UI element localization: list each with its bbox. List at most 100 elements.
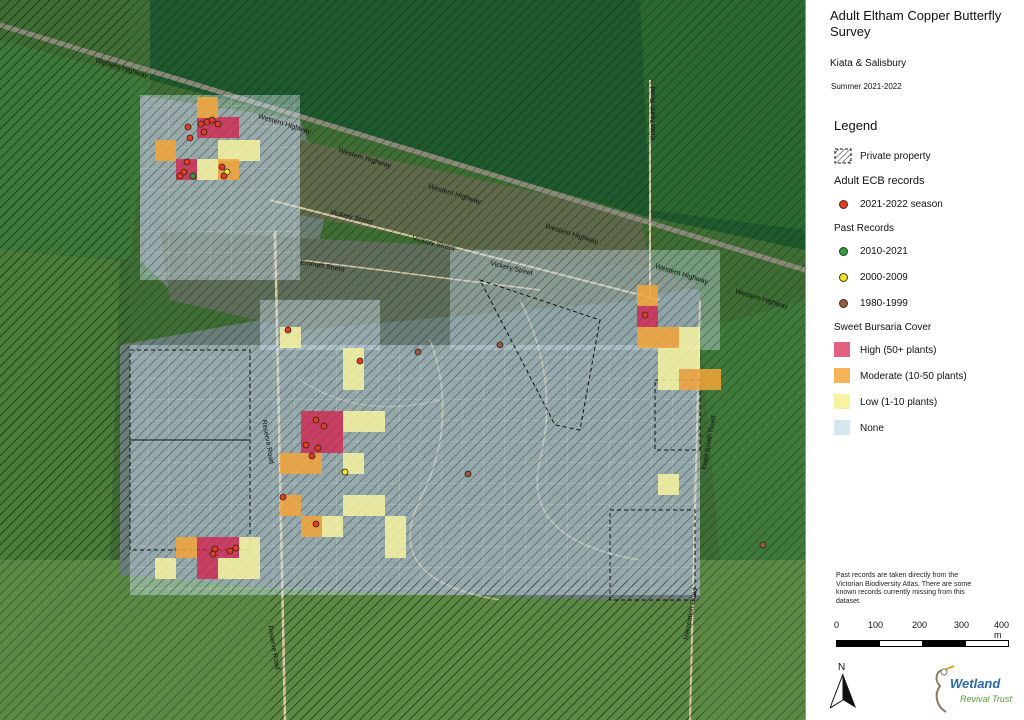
record-1980-1999 [464, 470, 472, 478]
cover-high-label: High (50+ plants) [860, 344, 937, 356]
scale-bar: 0 100 200 300 400 m [834, 620, 1016, 660]
cover-cell-low [679, 348, 700, 369]
legend-past-1: 2010-2021 [834, 238, 1024, 264]
cover-cell-low [343, 369, 364, 390]
private-property-label: Private property [860, 150, 931, 162]
cover-cell-high [322, 432, 343, 453]
cover-cell-low [239, 537, 260, 558]
scale-bar-graphic [836, 640, 1009, 647]
legend-cover-low: Low (1-10 plants) [834, 389, 1024, 415]
cover-cell-high [197, 558, 218, 579]
record-2010-swatch [839, 247, 848, 256]
cover-cell-low [197, 159, 218, 180]
satellite-map: Western Highway Western Highway Western … [0, 0, 805, 720]
record-2021-2022 [197, 120, 205, 128]
cover-cell-moderate [176, 537, 197, 558]
scale-tick-1: 100 [868, 620, 884, 630]
cover-cell-moderate [700, 369, 721, 390]
cover-cell-low [679, 327, 700, 348]
past-1-label: 2010-2021 [860, 245, 908, 257]
cover-cell-moderate [658, 327, 679, 348]
scale-tick-2: 200 [912, 620, 928, 630]
cover-cell-low [385, 516, 406, 537]
record-2021-2022 [218, 163, 226, 171]
record-2021-2022 [314, 444, 322, 452]
record-2021-2022 [186, 134, 194, 142]
logo-line-2: Revival Trust [960, 694, 1012, 704]
record-2021-2022 [226, 547, 234, 555]
north-arrow-icon [830, 674, 856, 709]
map-season: Summer 2021-2022 [831, 82, 902, 91]
map-subtitle: Kiata & Salisbury [830, 58, 907, 69]
cover-cell-low [364, 495, 385, 516]
record-1980-1999 [759, 541, 767, 549]
cover-cell-low [155, 558, 176, 579]
cover-cell-low [322, 516, 343, 537]
cover-cell-high [218, 117, 239, 138]
cover-cell-moderate [155, 140, 176, 161]
cover-cell-low [239, 140, 260, 161]
map-title: Adult Eltham Copper Butterfly Survey [830, 8, 1002, 39]
scale-tick-0: 0 [834, 620, 840, 630]
cover-cell-low [343, 411, 364, 432]
record-2021-2022 [232, 544, 240, 552]
cover-cell-low [364, 411, 385, 432]
cover-cell-low [343, 495, 364, 516]
record-2000-swatch [839, 273, 848, 282]
wetland-revival-trust-logo: Wetland Revival Trust [924, 664, 1019, 716]
record-2021-2022 [641, 311, 649, 319]
scale-tick-4: 400 m [994, 620, 1010, 640]
cover-cell-low [658, 348, 679, 369]
private-property-swatch [834, 148, 852, 164]
record-2021-2022 [284, 326, 292, 334]
legend-private-property: Private property [834, 143, 1024, 169]
cover-cell-moderate [637, 327, 658, 348]
north-label: N [838, 662, 846, 673]
legend-cover-moderate: Moderate (10-50 plants) [834, 363, 1024, 389]
map-frame[interactable]: Western Highway Western Highway Western … [0, 0, 805, 720]
cover-none-label: None [860, 422, 884, 434]
record-2021-2022 [279, 493, 287, 501]
scale-tick-3: 300 [954, 620, 970, 630]
record-2021-2022 [220, 172, 228, 180]
cover-cell-moderate [637, 285, 658, 306]
legend: Legend Private property Adult ECB record… [834, 118, 1024, 441]
legend-past-2: 2000-2009 [834, 264, 1024, 290]
cover-heading: Sweet Bursaria Cover [834, 322, 932, 333]
legend-title: Legend [834, 118, 878, 133]
record-2021-2022 [356, 357, 364, 365]
current-season-label: 2021-2022 season [860, 198, 943, 210]
cover-low-label: Low (1-10 plants) [860, 396, 938, 408]
legend-panel: Adult Eltham Copper Butterfly Survey Kia… [805, 0, 1024, 720]
cover-cell-low [218, 558, 239, 579]
record-2021-2022 [214, 120, 222, 128]
data-source-note: Past records are taken directly from the… [836, 572, 972, 605]
record-2021-2022 [200, 128, 208, 136]
cover-none-swatch [834, 420, 850, 435]
record-1980-1999 [496, 341, 504, 349]
record-1980-swatch [839, 299, 848, 308]
legend-cover-high: High (50+ plants) [834, 337, 1024, 363]
record-2021-2022 [302, 441, 310, 449]
cover-moderate-label: Moderate (10-50 plants) [860, 370, 967, 382]
legend-current-season: 2021-2022 season [834, 191, 1024, 217]
cover-cell-moderate [280, 453, 301, 474]
north-arrow: N [830, 662, 856, 712]
record-2021-swatch [839, 200, 848, 209]
record-2021-2022 [208, 116, 216, 124]
cover-high-swatch [834, 342, 850, 357]
cover-low-swatch [834, 394, 850, 409]
record-2000-2009 [341, 468, 349, 476]
record-2021-2022 [320, 422, 328, 430]
cover-moderate-swatch [834, 368, 850, 383]
legend-cover-none: None [834, 415, 1024, 441]
legend-past-3: 1980-1999 [834, 290, 1024, 316]
label-kiata-north: Kiata North Road [650, 86, 657, 140]
record-2021-2022 [209, 550, 217, 558]
cover-cell-moderate [197, 97, 218, 118]
cover-cell-low [385, 537, 406, 558]
cover-cell-low [658, 474, 679, 495]
record-2021-2022 [308, 452, 316, 460]
record-2021-2022 [183, 158, 191, 166]
past-2-label: 2000-2009 [860, 271, 908, 283]
